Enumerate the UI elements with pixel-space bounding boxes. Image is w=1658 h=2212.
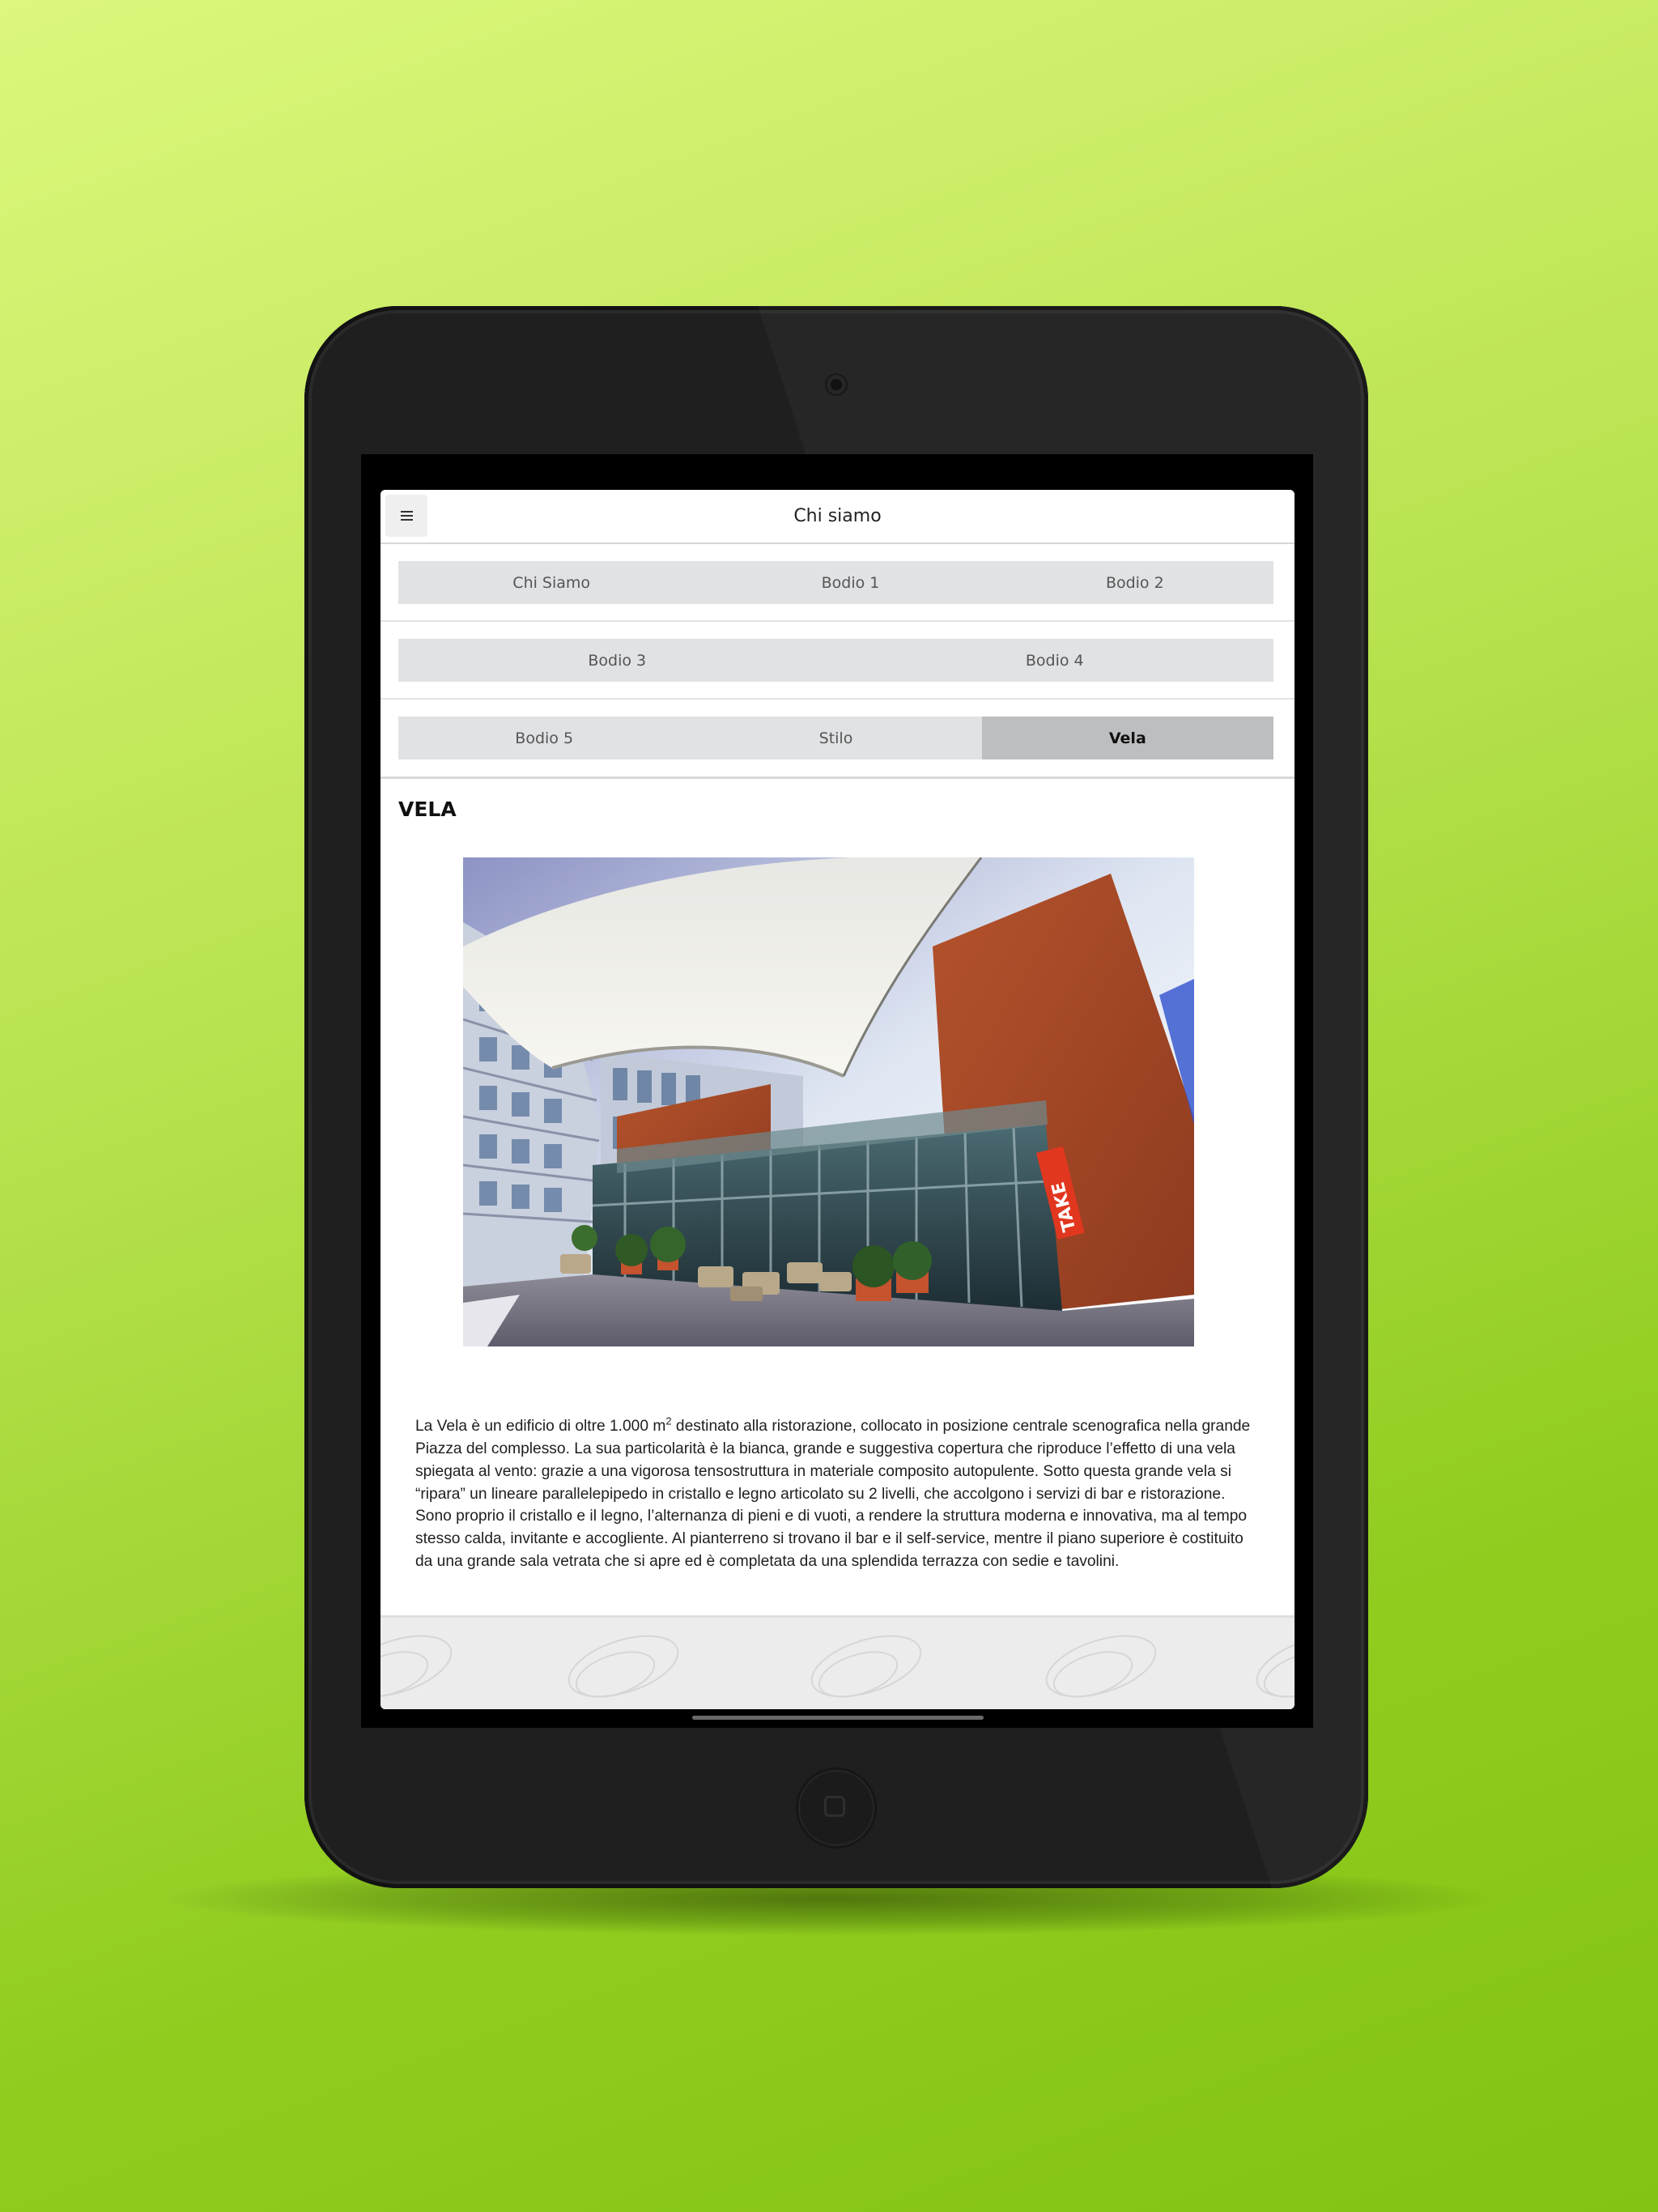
tab-bar: Bodio 3 Bodio 4: [398, 639, 1273, 682]
tab-bar: Bodio 5 Stilo Vela: [398, 717, 1273, 759]
tab-row-2: Bodio 3 Bodio 4: [380, 622, 1295, 700]
vela-description: La Vela è un edificio di oltre 1.000 m2 …: [415, 1414, 1251, 1570]
tab-bodio-3[interactable]: Bodio 3: [398, 639, 836, 682]
app-screen: Chi siamo Chi Siamo Bodio 1 Bodio 2 Bodi…: [380, 490, 1295, 1709]
page-title: Chi siamo: [793, 506, 882, 526]
tabs-divider: [380, 776, 1295, 779]
home-button-icon: [824, 1796, 845, 1817]
vela-building-photo: TAKE: [463, 857, 1194, 1346]
tab-vela[interactable]: Vela: [981, 717, 1273, 759]
tab-chi-siamo[interactable]: Chi Siamo: [398, 561, 704, 604]
tab-bodio-5[interactable]: Bodio 5: [398, 717, 690, 759]
tab-bodio-2[interactable]: Bodio 2: [997, 561, 1273, 604]
tab-row-3: Bodio 5 Stilo Vela: [380, 700, 1295, 777]
home-button[interactable]: [798, 1770, 874, 1846]
tab-stilo[interactable]: Stilo: [690, 717, 981, 759]
app-header: Chi siamo: [380, 490, 1295, 544]
tab-bar: Chi Siamo Bodio 1 Bodio 2: [398, 561, 1273, 604]
camera-lens-icon: [827, 375, 846, 394]
home-indicator: [692, 1716, 984, 1720]
tab-bodio-1[interactable]: Bodio 1: [704, 561, 996, 604]
tab-bodio-4[interactable]: Bodio 4: [836, 639, 1274, 682]
tab-row-1: Chi Siamo Bodio 1 Bodio 2: [380, 544, 1295, 622]
footer-pattern: [380, 1615, 1295, 1709]
section-title: VELA: [398, 798, 457, 821]
